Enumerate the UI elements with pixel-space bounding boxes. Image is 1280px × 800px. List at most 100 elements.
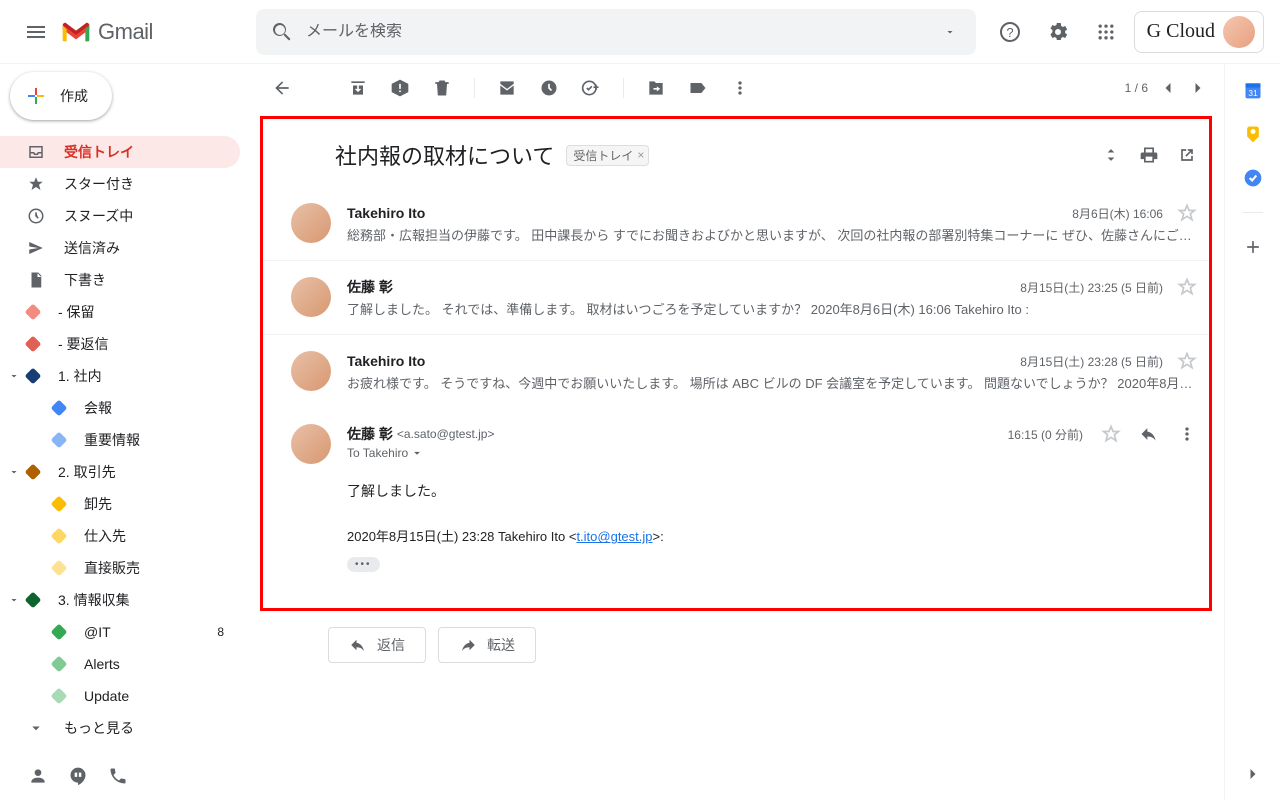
sender-name: Takehiro Ito	[347, 205, 425, 221]
sender-address: <a.sato@gtest.jp>	[397, 427, 495, 441]
sidebar-item-label: - 要返信	[58, 334, 109, 354]
show-trimmed-button[interactable]: •••	[347, 557, 380, 572]
sidebar-item-2[interactable]: スヌーズ中	[0, 200, 240, 232]
star-icon	[26, 174, 46, 194]
subfolder-label: 直接販売	[84, 558, 140, 578]
prev-button[interactable]	[1158, 78, 1178, 98]
settings-button[interactable]	[1038, 12, 1078, 52]
hangouts-icon[interactable]	[68, 766, 88, 786]
svg-text:31: 31	[1248, 88, 1258, 98]
spam-icon	[390, 78, 410, 98]
label-button[interactable]	[688, 78, 708, 98]
sidebar-item-3[interactable]: 送信済み	[0, 232, 240, 264]
next-button[interactable]	[1188, 78, 1208, 98]
gmail-logo[interactable]: Gmail	[60, 12, 153, 52]
archive-button[interactable]	[348, 78, 368, 98]
subfolder-label: Update	[84, 688, 129, 704]
sidebar-item-6[interactable]: - 要返信	[0, 328, 240, 360]
person-icon[interactable]	[28, 766, 48, 786]
reply-icon	[349, 636, 367, 654]
sidebar-subfolder-1-1[interactable]: 仕入先	[0, 520, 240, 552]
message-collapsed-1[interactable]: 佐藤 彰 8月15日(土) 23:25 (5 日前) 了解しました。 それでは、…	[263, 261, 1209, 335]
compose-button[interactable]: 作成	[10, 72, 112, 120]
sidebar-subfolder-2-0[interactable]: @IT 8	[0, 616, 240, 648]
thread-label-chip[interactable]: 受信トレイ ×	[566, 145, 649, 166]
toolbar: 1 / 6	[256, 64, 1224, 112]
tasks-icon[interactable]	[1243, 168, 1263, 188]
star-icon[interactable]	[1101, 424, 1121, 444]
expand-all-icon[interactable]	[1101, 145, 1121, 165]
star-icon[interactable]	[1177, 203, 1197, 223]
subfolder-label: 重要情報	[84, 430, 140, 450]
add-task-button[interactable]	[581, 78, 601, 98]
sidebar-item-4[interactable]: 下書き	[0, 264, 240, 296]
print-icon[interactable]	[1139, 145, 1159, 165]
sidebar-item-0[interactable]: 受信トレイ	[0, 136, 240, 168]
pagination-counter: 1 / 6	[1125, 81, 1148, 95]
sidebar-item-5[interactable]: - 保留	[0, 296, 240, 328]
move-button[interactable]	[646, 78, 666, 98]
sidebar-item-1[interactable]: スター付き	[0, 168, 240, 200]
sidebar-subfolder-0-1[interactable]: 重要情報	[0, 424, 240, 456]
sidebar: 作成 受信トレイスター付きスヌーズ中送信済み下書き- 保留 - 要返信 1. 社内…	[0, 64, 256, 800]
recipient-line[interactable]: To Takehiro	[347, 446, 1197, 460]
dropdown-icon	[944, 26, 956, 38]
sidebar-folder-1[interactable]: 2. 取引先	[0, 456, 240, 488]
more-button[interactable]	[730, 78, 750, 98]
thread-subject: 社内報の取材について	[335, 139, 554, 171]
sidebar-subfolder-0-0[interactable]: 会報	[0, 392, 240, 424]
sidebar-subfolder-2-2[interactable]: Update	[0, 680, 240, 712]
sidebar-subfolder-1-2[interactable]: 直接販売	[0, 552, 240, 584]
apps-button[interactable]	[1086, 12, 1126, 52]
main-menu-button[interactable]	[16, 12, 56, 52]
mark-unread-button[interactable]	[497, 78, 517, 98]
sidebar-subfolder-2-1[interactable]: Alerts	[0, 648, 240, 680]
spam-button[interactable]	[390, 78, 410, 98]
arrow-left-icon	[272, 78, 292, 98]
clock-icon	[539, 78, 559, 98]
reply-icon[interactable]	[1139, 424, 1159, 444]
collapse-panel-button[interactable]	[1243, 764, 1263, 784]
calendar-icon[interactable]: 31	[1243, 80, 1263, 100]
search-input[interactable]	[306, 23, 938, 41]
chevron-down-icon	[8, 594, 20, 606]
more-vert-icon[interactable]	[1177, 424, 1197, 444]
phone-icon[interactable]	[108, 766, 128, 786]
inbox-icon	[26, 142, 46, 162]
snooze-button[interactable]	[539, 78, 559, 98]
sidebar-folder-0[interactable]: 1. 社内	[0, 360, 240, 392]
label-dot-icon	[25, 336, 42, 353]
message-date: 8月15日(土) 23:28 (5 日前)	[1020, 353, 1163, 370]
quoted-email-link[interactable]: t.ito@gtest.jp	[576, 529, 652, 544]
delete-button[interactable]	[432, 78, 452, 98]
sidebar-folder-2[interactable]: 3. 情報収集	[0, 584, 240, 616]
sidebar-footer	[0, 752, 256, 800]
remove-label-icon[interactable]: ×	[637, 148, 644, 162]
back-button[interactable]	[272, 78, 292, 98]
sidebar-subfolder-1-0[interactable]: 卸先	[0, 488, 240, 520]
message-collapsed-2[interactable]: Takehiro Ito 8月15日(土) 23:28 (5 日前) お疲れ様で…	[263, 335, 1209, 408]
chevron-down-icon	[410, 446, 424, 460]
label-icon	[688, 78, 708, 98]
forward-button[interactable]: 転送	[438, 627, 536, 663]
sidebar-item-label: スター付き	[64, 174, 134, 194]
menu-icon	[24, 20, 48, 44]
send-icon	[26, 238, 46, 258]
chevron-right-icon	[1188, 78, 1208, 98]
star-icon[interactable]	[1177, 351, 1197, 371]
apps-icon	[1096, 22, 1116, 42]
message-collapsed-0[interactable]: Takehiro Ito 8月6日(木) 16:06 総務部・広報担当の伊藤です…	[263, 187, 1209, 261]
search-options-button[interactable]	[938, 20, 962, 44]
keep-icon[interactable]	[1243, 124, 1263, 144]
sender-avatar[interactable]	[291, 424, 331, 464]
open-new-window-icon[interactable]	[1177, 145, 1197, 165]
plus-icon	[24, 84, 48, 108]
sidebar-more-button[interactable]: もっと見る	[0, 712, 240, 744]
reply-button[interactable]: 返信	[328, 627, 426, 663]
add-addon-icon[interactable]	[1243, 237, 1263, 257]
search-box[interactable]	[256, 9, 976, 55]
workspace-account-button[interactable]: G Cloud	[1134, 11, 1264, 53]
star-icon[interactable]	[1177, 277, 1197, 297]
support-button[interactable]: ?	[990, 12, 1030, 52]
message-snippet: 総務部・広報担当の伊藤です。 田中課長から すでにお聞きおよびかと思いますが、 …	[347, 225, 1197, 244]
